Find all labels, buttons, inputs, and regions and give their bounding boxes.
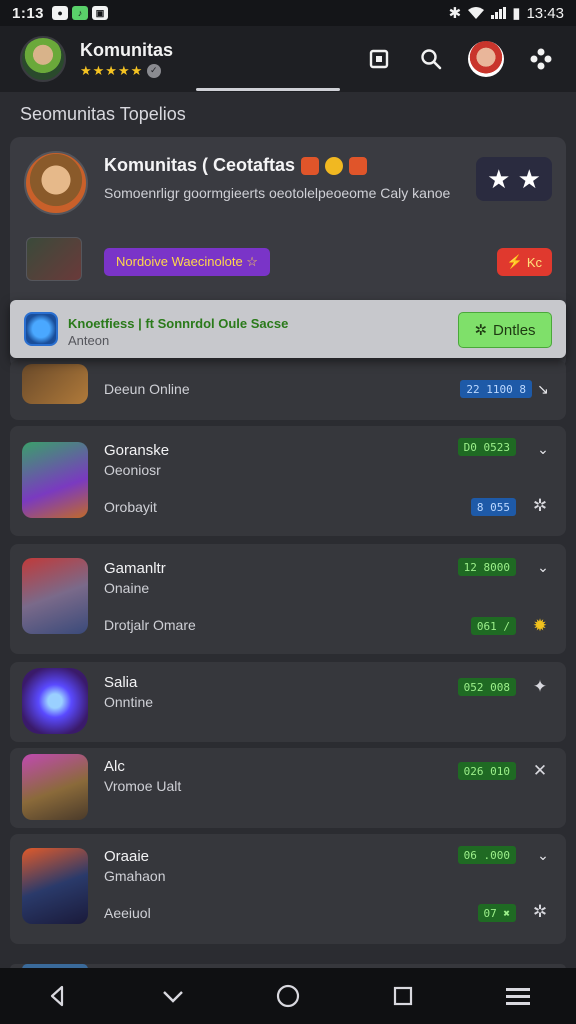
game-name: Oraaie [104,848,150,865]
settings-icon[interactable] [526,44,556,74]
sparkle-icon: ✲ [474,322,488,339]
list-item[interactable]: Goranske Oeoniosr Orobayit D0 0523 ⌄ 8 0… [10,426,566,536]
status-bar: 1:13 ● ♪ ▣ ✱ ▮ 13:43 [0,0,576,26]
game-thumbnail [22,442,88,518]
stars-text: ★★★★★ [80,62,144,78]
notification-icon: ▣ [92,6,109,20]
hot-badge-button[interactable]: ⚡ Kc [496,248,552,276]
game-status: Gmahaon [104,868,166,884]
arrow-icon[interactable]: ↘ [534,380,552,398]
player-count-badge: 026 010 [457,762,516,780]
fire-icon: ⚡ [506,254,523,269]
game-extra: Orobayit [104,499,157,515]
game-name: Goranske [104,442,170,459]
banner-action-button[interactable]: ✲ Dntles [458,312,552,348]
player-count-badge: 22 1100 8 [460,380,532,398]
emoji-icon [349,156,368,175]
featured-tag-pill[interactable]: Nordoive Waecinolote ☆ [104,248,270,276]
rating-stars: ★★★★★ ✓ [80,63,173,79]
emoji-icon [325,156,344,175]
verified-icon: ✓ [147,63,162,78]
list-item[interactable]: Salia Onntine 052 008 ✦ [10,662,566,742]
community-avatar[interactable] [20,36,66,82]
game-status: Onntine [104,694,154,710]
home-icon[interactable] [268,976,308,1016]
battery-icon: ▮ [512,5,521,22]
game-extra: Drotjalr Omare [104,617,196,633]
app-title: Komunitas [80,39,174,60]
back-icon[interactable] [38,976,78,1016]
game-name: Gamanltr [104,560,166,577]
featured-thumbnail [26,237,82,281]
player-count-badge: 12 8000 [457,558,516,576]
status-right: ✱ ▮ 13:43 [448,4,564,23]
game-name: Alc [104,758,125,775]
tab-indicator [196,88,340,91]
chevron-down-icon[interactable] [153,976,193,1016]
close-icon[interactable]: ✕ [528,759,552,783]
list-item[interactable]: Alc Vromoe Ualt 026 010 ✕ [10,748,566,828]
app-actions [364,41,556,77]
banner-app-icon [24,312,58,346]
favorite-stars-button[interactable]: ★ ★ [476,157,552,201]
game-status: Oeoniosr [104,462,161,478]
clock-right: 13:43 [526,4,564,22]
search-icon[interactable] [416,44,446,74]
featured-title-text: Komunitas ( Ceotaftas [104,155,296,175]
banner-title: Knoetfiess | ft Sonnrdol Oule Sacse [68,316,289,331]
banner-button-label: Dntles [493,321,536,339]
game-thumbnail [22,848,88,924]
secondary-count-badge: 8 055 [470,498,516,516]
status-app-icons: ● ♪ ▣ [52,6,109,20]
system-nav-bar [0,968,576,1024]
hot-label: Kc [526,254,542,270]
featured-avatar [24,151,88,215]
game-thumbnail [22,668,88,734]
star-icon[interactable]: ✦ [528,675,552,699]
featured-description: Somoenrligr goormgieerts oeotolelpeoeome… [104,185,451,201]
game-thumbnail [22,754,88,820]
app-bar: Komunitas ★★★★★ ✓ [0,26,576,92]
notification-icon: ● [52,6,69,20]
banner-subtitle: Anteon [68,333,110,348]
chevron-down-icon[interactable]: ⌄ [534,440,552,458]
player-count-badge: D0 0523 [457,438,516,456]
game-thumbnail [22,364,88,404]
bluetooth-icon: ✱ [448,5,462,22]
recent-apps-icon[interactable] [383,976,423,1016]
chevron-down-icon[interactable]: ⌄ [534,846,552,864]
list-item[interactable]: Deeun Online 22 1100 8 ↘ [10,360,566,420]
screen: 1:13 ● ♪ ▣ ✱ ▮ 13:43 Komunitas ★★★★★ ✓ S… [0,0,576,1024]
game-status: Deeun Online [104,381,190,397]
game-name: Salia [104,674,138,691]
notification-banner[interactable]: Knoetfiess | ft Sonnrdol Oule Sacse Ante… [10,300,566,358]
section-title: Seomunitas Topelios [20,104,186,124]
game-status: Onaine [104,580,150,596]
game-extra: Aeeiuol [104,905,151,921]
game-thumbnail [22,558,88,634]
list-item[interactable]: Oraaie Gmahaon Aeeiuol 06 .000 ⌄ 07 ✖ ✲ [10,834,566,944]
featured-title: Komunitas ( Ceotaftas [104,155,368,176]
stars-label: ★ ★ [487,163,541,194]
app-title-box: Komunitas ★★★★★ ✓ [80,40,173,79]
chevron-down-icon[interactable]: ⌄ [534,558,552,576]
menu-icon[interactable] [498,976,538,1016]
secondary-count-badge: 061 / [470,617,516,635]
settings-icon[interactable]: ✲ [528,494,552,518]
settings-icon[interactable]: ✲ [528,900,552,924]
sun-icon[interactable]: ✹ [528,614,552,638]
wifi-icon [468,7,485,19]
list-item[interactable]: Gamanltr Onaine Drotjalr Omare 12 8000 ⌄… [10,544,566,654]
emoji-icon [301,156,320,175]
signal-icon [491,7,507,19]
game-status: Vromoe Ualt [104,778,182,794]
player-count-badge: 052 008 [457,678,516,696]
secondary-count-badge: 07 ✖ [477,904,516,922]
share-icon[interactable] [364,44,394,74]
notification-icon: ♪ [72,6,89,20]
player-count-badge: 06 .000 [457,846,516,864]
profile-avatar[interactable] [468,41,504,77]
status-time: 1:13 [12,4,45,22]
